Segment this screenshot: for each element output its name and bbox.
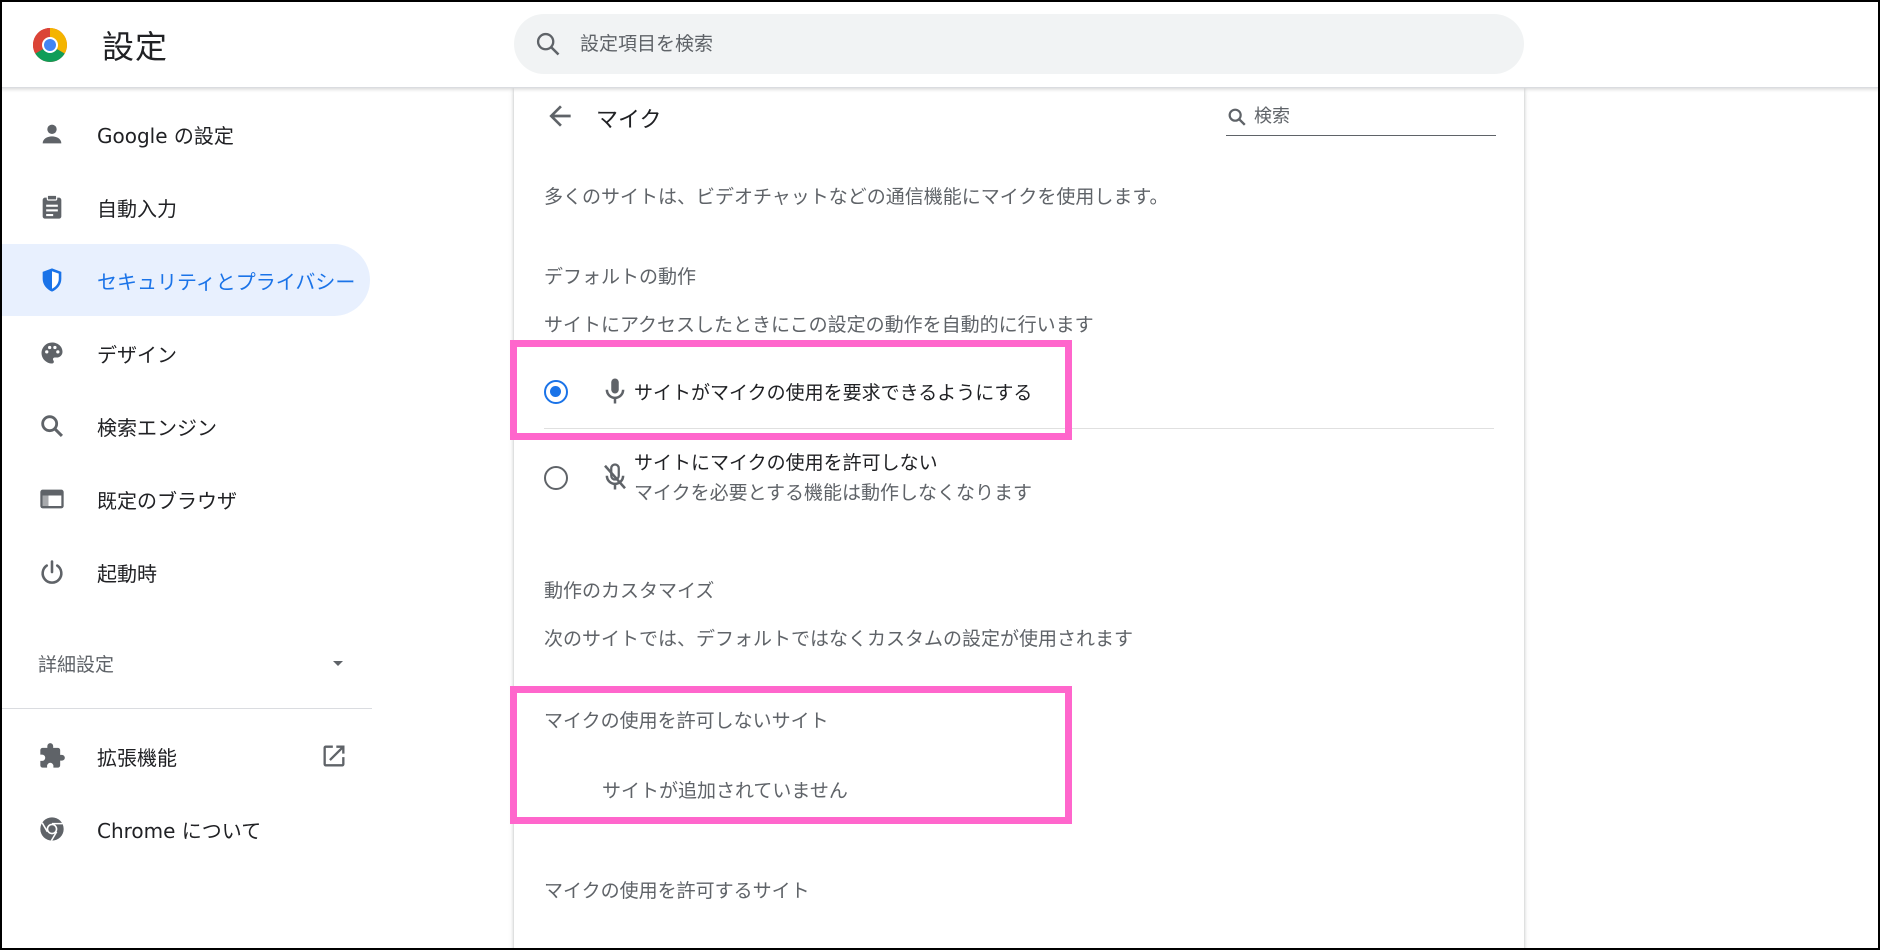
person-icon <box>42 124 62 144</box>
shield-icon <box>42 268 62 292</box>
allowed-sites-heading: マイクの使用を許可するサイト <box>544 880 810 902</box>
sidebar-item-autofill[interactable]: 自動入力 <box>0 171 370 243</box>
sidebar-item-label: Chrome について <box>97 818 262 843</box>
sidebar-divider <box>0 708 372 709</box>
sidebar-item-design[interactable]: デザイン <box>0 317 370 389</box>
option-block-mic-sublabel: マイクを必要とする機能は動作しなくなります <box>634 482 1033 504</box>
sidebar-item-label: Google の設定 <box>97 123 234 148</box>
subpage-search-box[interactable] <box>1226 98 1496 136</box>
page-title: マイク <box>596 108 662 133</box>
settings-search-input[interactable] <box>580 26 1480 62</box>
advanced-settings-label: 詳細設定 <box>38 653 115 676</box>
sidebar-item-label: 起動時 <box>97 561 157 586</box>
subpage-search-input[interactable] <box>1254 102 1484 130</box>
search-icon <box>536 32 560 56</box>
back-arrow-icon[interactable] <box>544 100 576 132</box>
open-in-new-icon <box>323 745 345 767</box>
blocked-sites-empty-text: サイトが追加されていません <box>602 780 848 802</box>
top-bar: 設定 <box>0 0 1880 88</box>
sidebar-item-extensions[interactable]: 拡張機能 <box>0 720 370 792</box>
sidebar: Google の設定 自動入力 セキュリティとプライバシー デザイン 検索エンジ… <box>0 88 380 950</box>
option-divider <box>544 428 1494 429</box>
default-behavior-heading: デフォルトの動作 <box>544 266 697 288</box>
puzzle-piece-icon <box>40 743 65 768</box>
option-allow-request-label[interactable]: サイトがマイクの使用を要求できるようにする <box>634 378 1032 405</box>
customize-heading: 動作のカスタマイズ <box>544 580 715 602</box>
mic-icon <box>605 378 625 404</box>
radio-block-mic[interactable] <box>544 466 568 490</box>
search-icon <box>41 415 63 437</box>
sidebar-item-label: セキュリティとプライバシー <box>97 269 356 294</box>
search-icon <box>1228 108 1246 126</box>
sidebar-item-about-chrome[interactable]: Chrome について <box>0 793 370 865</box>
default-behavior-subheading: サイトにアクセスしたときにこの設定の動作を自動的に行います <box>544 314 1094 336</box>
page-description: 多くのサイトは、ビデオチャットなどの通信機能にマイクを使用します。 <box>544 186 1169 208</box>
palette-icon <box>41 342 63 364</box>
sidebar-item-label: 検索エンジン <box>97 415 217 440</box>
browser-window-icon <box>40 489 64 509</box>
sidebar-item-default-browser[interactable]: 既定のブラウザ <box>0 463 370 535</box>
customize-subheading: 次のサイトでは、デフォルトではなくカスタムの設定が使用されます <box>544 628 1134 650</box>
sidebar-item-label: 既定のブラウザ <box>97 488 237 513</box>
clipboard-icon <box>42 194 62 219</box>
caret-down-icon <box>333 661 343 666</box>
app-title: 設定 <box>102 28 169 66</box>
chrome-icon <box>40 817 64 842</box>
sidebar-item-label: 自動入力 <box>97 196 177 221</box>
advanced-settings-toggle[interactable]: 詳細設定 <box>38 643 348 683</box>
power-icon <box>41 560 63 584</box>
sidebar-item-on-startup[interactable]: 起動時 <box>0 536 370 608</box>
sidebar-item-security-privacy[interactable]: セキュリティとプライバシー <box>0 244 370 316</box>
blocked-sites-heading: マイクの使用を許可しないサイト <box>544 710 829 732</box>
settings-search-box[interactable] <box>514 14 1524 74</box>
option-block-mic-label[interactable]: サイトにマイクの使用を許可しない <box>634 448 938 475</box>
sidebar-item-search-engine[interactable]: 検索エンジン <box>0 390 370 462</box>
sidebar-item-google-settings[interactable]: Google の設定 <box>0 98 370 170</box>
radio-allow-request[interactable] <box>544 380 568 404</box>
microphone-settings-card: マイク 多くのサイトは、ビデオチャットなどの通信機能にマイクを使用します。 デフ… <box>514 88 1524 950</box>
mic-off-icon <box>604 463 626 490</box>
chrome-logo-icon <box>33 28 67 62</box>
sidebar-item-label: 拡張機能 <box>97 745 177 770</box>
sidebar-item-label: デザイン <box>97 342 177 367</box>
